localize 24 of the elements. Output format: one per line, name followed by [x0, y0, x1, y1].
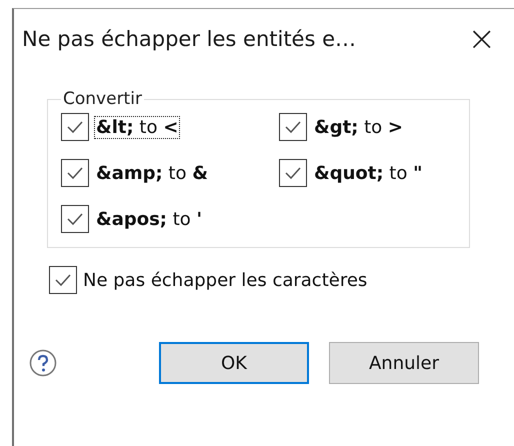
window-title: Ne pas échapper les entités e…: [22, 27, 356, 51]
checkbox-label: &gt; to >: [313, 116, 404, 138]
checkmark-icon: [284, 120, 302, 134]
cancel-button[interactable]: Annuler: [329, 342, 479, 384]
checkmark-icon: [54, 273, 72, 287]
checkmark-icon: [284, 166, 302, 180]
checkbox[interactable]: [279, 159, 307, 187]
checkbox-label: &apos; to ': [95, 208, 204, 230]
close-button[interactable]: ×: [464, 19, 500, 59]
checkmark-icon: [66, 166, 84, 180]
checkbox-label: &amp; to &: [95, 162, 209, 184]
help-icon[interactable]: [29, 349, 57, 377]
group-legend: Convertir: [61, 89, 144, 109]
checkbox-label: Ne pas échapper les caractères: [83, 270, 368, 290]
checkbox-label: &lt; to <: [95, 116, 180, 138]
ok-button[interactable]: OK: [159, 342, 309, 384]
checkbox[interactable]: [49, 266, 77, 294]
checkbox[interactable]: [279, 113, 307, 141]
checkbox[interactable]: [61, 113, 89, 141]
checkmark-icon: [66, 212, 84, 226]
checkmark-icon: [66, 120, 84, 134]
checkbox[interactable]: [61, 159, 89, 187]
checkbox[interactable]: [61, 205, 89, 233]
checkbox-label: &quot; to ": [313, 162, 424, 184]
